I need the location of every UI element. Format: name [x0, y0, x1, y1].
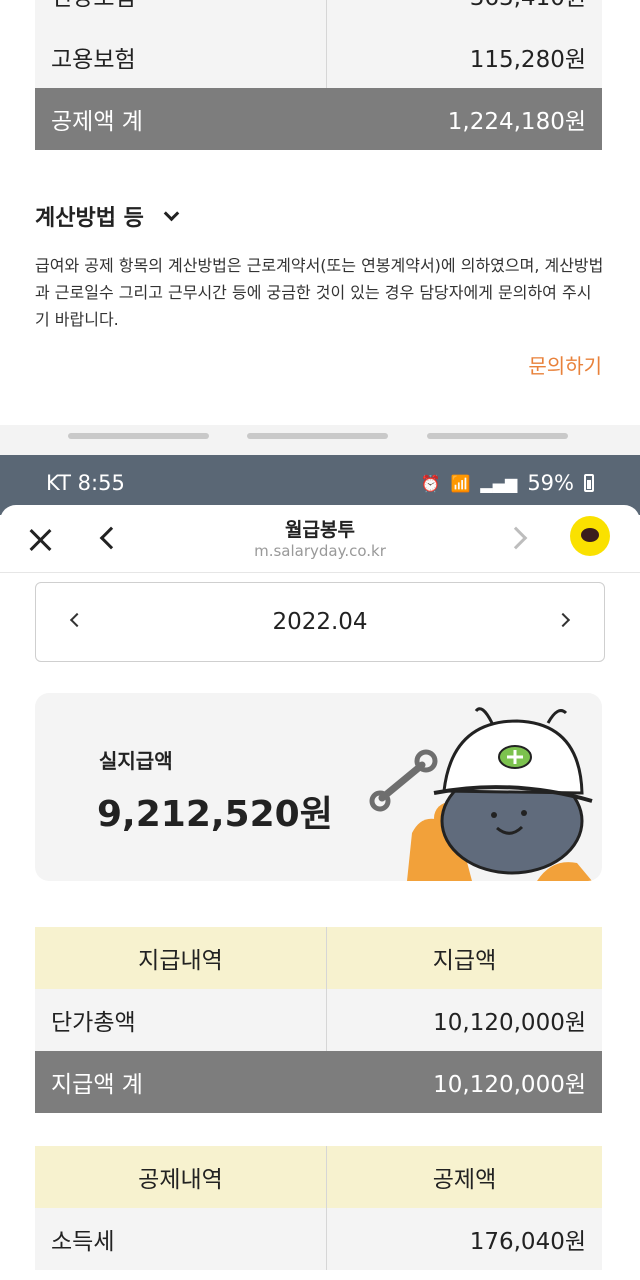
nav-pill [427, 433, 568, 439]
column-header: 지급액 [432, 948, 497, 974]
total-value: 10,120,000원 [433, 1072, 586, 1098]
column-header: 지급내역 [35, 927, 327, 989]
wifi-icon: 📶 [450, 473, 471, 493]
calc-method-text: 급여와 공제 항목의 계산방법은 근로계약서(또는 연봉계약서)에 의하였으며,… [35, 256, 604, 329]
deduction-table: 공제내역 공제액 소득세 176,040원 [35, 1146, 602, 1270]
row-label: 단가총액 [35, 989, 327, 1051]
deduction-table-top: 건강보험 363,410원 고용보험 115,280원 공제액 계 1,224,… [35, 0, 602, 150]
signal-icon: ▂▄▆ [480, 473, 518, 493]
battery-icon [584, 474, 594, 492]
row-label: 건강보험 [35, 0, 327, 26]
table-header: 공제내역 공제액 [35, 1146, 602, 1208]
net-pay-amount: 9,212,520원 [97, 794, 333, 835]
total-row: 지급액 계 10,120,000원 [35, 1051, 602, 1113]
total-value: 1,224,180원 [447, 109, 586, 135]
calc-method-title: 계산방법 등 [35, 206, 144, 231]
column-header: 공제액 [432, 1167, 497, 1193]
browser-header: 월급봉투 m.salaryday.co.kr [0, 505, 640, 573]
total-label: 지급액 계 [51, 1072, 143, 1098]
table-header: 지급내역 지급액 [35, 927, 602, 989]
page-title: 월급봉투 [285, 519, 355, 541]
row-value: 363,410원 [327, 0, 602, 26]
table-row: 건강보험 363,410원 [35, 0, 602, 26]
inquiry-link[interactable]: 문의하기 [528, 350, 602, 379]
payment-table: 지급내역 지급액 단가총액 10,120,000원 지급액 계 10,120,0… [35, 927, 602, 1113]
net-pay-card: 실지급액 9,212,520원 [35, 693, 602, 881]
total-row: 공제액 계 1,224,180원 [35, 88, 602, 150]
worker-character-illustration [369, 707, 593, 881]
clock: 8:55 [77, 471, 125, 495]
month-selector: 2022.04 [35, 582, 605, 662]
net-pay-label: 실지급액 [99, 749, 173, 773]
row-label: 소득세 [35, 1208, 327, 1270]
table-row: 소득세 176,040원 [35, 1208, 602, 1270]
chevron-down-icon [163, 205, 180, 221]
status-left: KT 8:55 [46, 471, 125, 495]
battery-percent: 59% [527, 471, 574, 495]
nav-pill [68, 433, 209, 439]
nav-pill [247, 433, 388, 439]
column-header: 공제내역 [35, 1146, 327, 1208]
row-value: 115,280원 [469, 47, 586, 73]
total-label: 공제액 계 [51, 109, 143, 135]
row-value: 10,120,000원 [433, 1010, 586, 1036]
kakaotalk-icon[interactable] [570, 516, 610, 556]
table-row: 고용보험 115,280원 [35, 26, 602, 88]
alarm-icon: ⏰ [420, 473, 441, 493]
carrier: KT [46, 471, 71, 495]
calc-method-toggle[interactable]: 계산방법 등 [35, 200, 180, 232]
status-right: ⏰ 📶 ▂▄▆ 59% [421, 471, 594, 495]
row-label: 고용보험 [35, 26, 327, 88]
page-url: m.salaryday.co.kr [254, 542, 386, 560]
previous-screen: 건강보험 363,410원 고용보험 115,280원 공제액 계 1,224,… [0, 0, 640, 425]
table-row: 단가총액 10,120,000원 [35, 989, 602, 1051]
row-value: 176,040원 [469, 1229, 586, 1255]
selected-month: 2022.04 [272, 609, 368, 635]
screenshot-divider [0, 425, 640, 455]
